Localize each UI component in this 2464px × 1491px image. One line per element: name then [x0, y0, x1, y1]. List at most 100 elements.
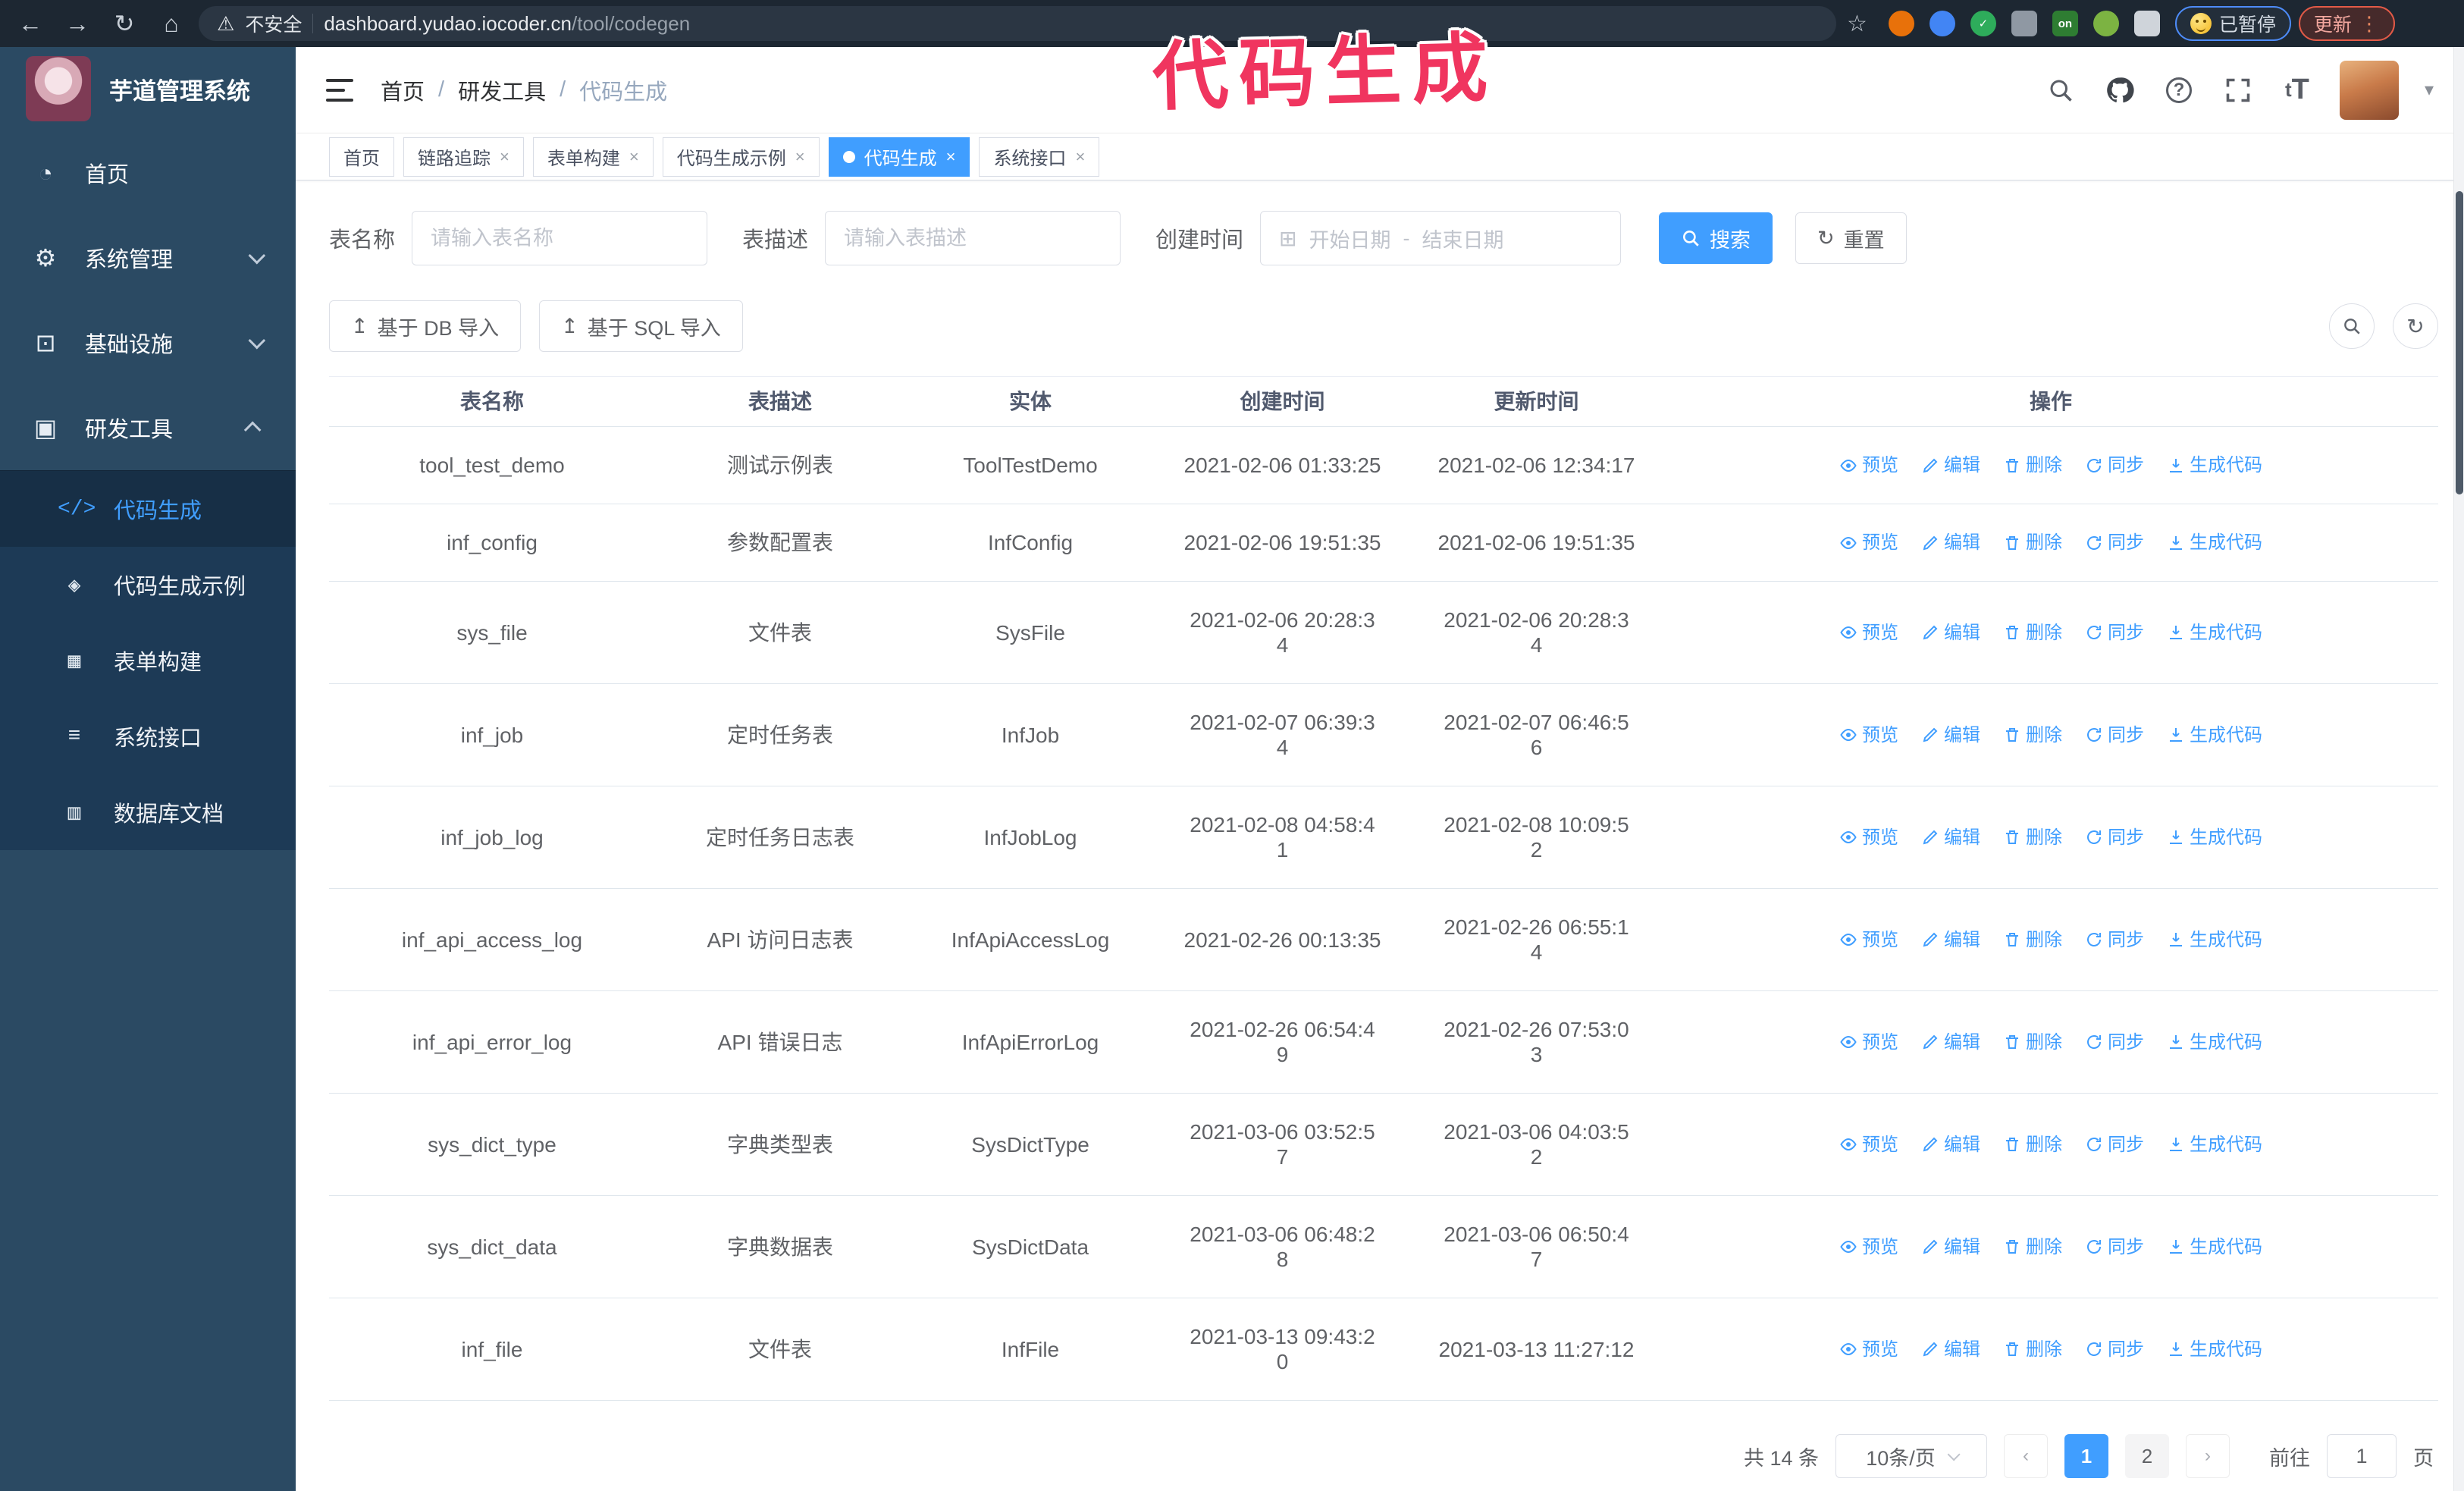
sidebar-item-首页[interactable]: ◔ 首页: [0, 130, 296, 215]
delete-link[interactable]: 删除: [2003, 1132, 2062, 1157]
ext-blue-drop-icon[interactable]: [1929, 11, 1955, 36]
delete-link[interactable]: 删除: [2003, 928, 2062, 953]
submenu-item-数据库文档[interactable]: ▥ 数据库文档: [0, 774, 296, 850]
tab-链路追踪[interactable]: 链路追踪 ×: [403, 137, 524, 177]
sync-link[interactable]: 同步: [2085, 1337, 2144, 1362]
preview-link[interactable]: 预览: [1839, 723, 1898, 748]
edit-link[interactable]: 编辑: [1921, 530, 1980, 555]
page-size-select[interactable]: 10条/页: [1835, 1434, 1987, 1478]
generate-code-link[interactable]: 生成代码: [2167, 723, 2262, 748]
reset-button[interactable]: ↻ 重置: [1795, 212, 1907, 264]
edit-link[interactable]: 编辑: [1921, 723, 1980, 748]
end-date-placeholder[interactable]: 结束日期: [1422, 224, 1504, 253]
refresh-table-button[interactable]: ↻: [2393, 303, 2438, 349]
delete-link[interactable]: 删除: [2003, 723, 2062, 748]
tab-close-icon[interactable]: ×: [946, 147, 956, 167]
tab-系统接口[interactable]: 系统接口 ×: [979, 137, 1100, 177]
breadcrumb-item[interactable]: 研发工具: [458, 74, 546, 106]
submenu-item-代码生成[interactable]: </> 代码生成: [0, 471, 296, 547]
edit-link[interactable]: 编辑: [1921, 620, 1980, 645]
generate-code-link[interactable]: 生成代码: [2167, 1030, 2262, 1055]
sync-link[interactable]: 同步: [2085, 723, 2144, 748]
breadcrumb-item[interactable]: 首页: [381, 74, 425, 106]
delete-link[interactable]: 删除: [2003, 620, 2062, 645]
tab-close-icon[interactable]: ×: [500, 147, 509, 167]
edit-link[interactable]: 编辑: [1921, 1337, 1980, 1362]
font-size-icon[interactable]: tT: [2281, 74, 2314, 107]
ext-gray-grid-icon[interactable]: [2011, 11, 2037, 36]
caret-down-icon[interactable]: ▾: [2425, 79, 2434, 101]
sync-link[interactable]: 同步: [2085, 1235, 2144, 1260]
sync-link[interactable]: 同步: [2085, 453, 2144, 478]
import-db-button[interactable]: ↥ 基于 DB 导入: [329, 300, 522, 352]
submenu-item-代码生成示例[interactable]: ◈ 代码生成示例: [0, 547, 296, 623]
sync-link[interactable]: 同步: [2085, 1132, 2144, 1157]
ext-puzzle-icon[interactable]: [2133, 11, 2160, 36]
preview-link[interactable]: 预览: [1839, 1337, 1898, 1362]
browser-menu-icon[interactable]: ⋮: [2359, 12, 2380, 36]
help-icon[interactable]: ?: [2162, 74, 2196, 107]
reload-icon[interactable]: ↻: [105, 6, 144, 41]
fullscreen-icon[interactable]: [2221, 74, 2255, 107]
sync-link[interactable]: 同步: [2085, 928, 2144, 953]
preview-link[interactable]: 预览: [1839, 1132, 1898, 1157]
delete-link[interactable]: 删除: [2003, 825, 2062, 850]
toggle-search-button[interactable]: [2329, 303, 2375, 349]
delete-link[interactable]: 删除: [2003, 453, 2062, 478]
goto-page-input[interactable]: [2327, 1434, 2397, 1478]
import-sql-button[interactable]: ↥ 基于 SQL 导入: [539, 300, 743, 352]
generate-code-link[interactable]: 生成代码: [2167, 620, 2262, 645]
edit-link[interactable]: 编辑: [1921, 1030, 1980, 1055]
generate-code-link[interactable]: 生成代码: [2167, 453, 2262, 478]
sidebar-item-研发工具[interactable]: ▣ 研发工具: [0, 385, 296, 470]
date-range-picker[interactable]: ⊞ 开始日期 - 结束日期: [1260, 211, 1622, 265]
tab-close-icon[interactable]: ×: [795, 147, 805, 167]
page-button-2[interactable]: 2: [2125, 1434, 2169, 1478]
back-icon[interactable]: ←: [11, 6, 50, 41]
generate-code-link[interactable]: 生成代码: [2167, 530, 2262, 555]
delete-link[interactable]: 删除: [2003, 1337, 2062, 1362]
sync-link[interactable]: 同步: [2085, 1030, 2144, 1055]
preview-link[interactable]: 预览: [1839, 1030, 1898, 1055]
forward-icon[interactable]: →: [58, 6, 97, 41]
tab-代码生成示例[interactable]: 代码生成示例 ×: [662, 137, 820, 177]
generate-code-link[interactable]: 生成代码: [2167, 1132, 2262, 1157]
generate-code-link[interactable]: 生成代码: [2167, 928, 2262, 953]
submenu-item-系统接口[interactable]: ≡ 系统接口: [0, 698, 296, 774]
preview-link[interactable]: 预览: [1839, 825, 1898, 850]
ext-on-badge-icon[interactable]: on: [2052, 11, 2078, 36]
edit-link[interactable]: 编辑: [1921, 1235, 1980, 1260]
search-icon[interactable]: [2044, 74, 2077, 107]
edit-link[interactable]: 编辑: [1921, 825, 1980, 850]
bookmark-star-icon[interactable]: ☆: [1847, 11, 1867, 37]
ext-orange-circle-icon[interactable]: [1888, 11, 1914, 36]
address-bar[interactable]: ⚠ 不安全 dashboard.yudao.iocoder.cn/tool/co…: [199, 6, 1836, 41]
table-name-field[interactable]: [412, 211, 708, 265]
sync-link[interactable]: 同步: [2085, 825, 2144, 850]
tab-首页[interactable]: 首页: [329, 137, 394, 177]
generate-code-link[interactable]: 生成代码: [2167, 1235, 2262, 1260]
table-desc-input[interactable]: [844, 226, 1102, 250]
page-button-1[interactable]: 1: [2064, 1434, 2108, 1478]
start-date-placeholder[interactable]: 开始日期: [1309, 224, 1391, 253]
browser-update-button[interactable]: 更新 ⋮: [2298, 6, 2395, 41]
tab-close-icon[interactable]: ×: [629, 147, 639, 167]
generate-code-link[interactable]: 生成代码: [2167, 1337, 2262, 1362]
tab-表单构建[interactable]: 表单构建 ×: [532, 137, 654, 177]
edit-link[interactable]: 编辑: [1921, 453, 1980, 478]
next-page-button[interactable]: ›: [2186, 1434, 2230, 1478]
user-avatar[interactable]: [2339, 60, 2399, 120]
scrollbar-thumb[interactable]: [2456, 191, 2463, 494]
table-desc-field[interactable]: [825, 211, 1121, 265]
sidebar-item-系统管理[interactable]: ⚙ 系统管理: [0, 215, 296, 300]
sidebar-item-基础设施[interactable]: ⊡ 基础设施: [0, 300, 296, 385]
ext-green-check-icon[interactable]: ✓: [1970, 11, 1996, 36]
home-icon[interactable]: ⌂: [152, 6, 191, 41]
page-scrollbar[interactable]: [2453, 47, 2464, 1491]
sync-link[interactable]: 同步: [2085, 620, 2144, 645]
sidebar-collapse-icon[interactable]: [326, 78, 353, 102]
paused-extension-badge[interactable]: 已暂停: [2174, 6, 2291, 41]
edit-link[interactable]: 编辑: [1921, 928, 1980, 953]
submenu-item-表单构建[interactable]: ▦ 表单构建: [0, 623, 296, 698]
search-button[interactable]: 搜索: [1659, 212, 1773, 264]
